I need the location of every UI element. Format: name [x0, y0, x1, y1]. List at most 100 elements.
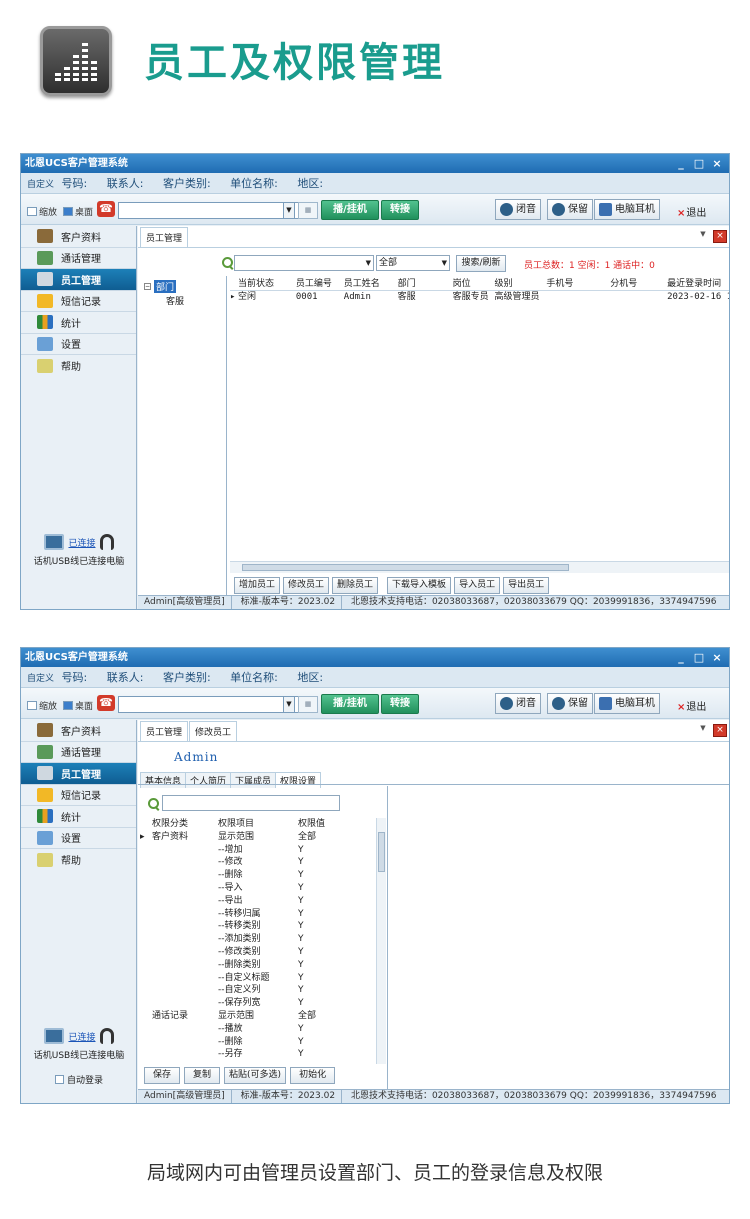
- shrink-toggle[interactable]: 缩放: [27, 699, 57, 712]
- tab-list-dropdown-icon[interactable]: ▼: [696, 724, 710, 737]
- phone-icon[interactable]: ☎: [97, 201, 115, 217]
- sidebar-item-sms[interactable]: 短信记录: [21, 785, 136, 806]
- table-row[interactable]: --转移类别 Y: [140, 920, 376, 933]
- custom-filter-link[interactable]: 自定义: [27, 180, 54, 190]
- sidebar-item-customers[interactable]: 客户资料: [21, 226, 136, 248]
- table-row[interactable]: ▸ 客户资料 显示范围 全部: [140, 831, 376, 844]
- transfer-button[interactable]: 转接: [381, 694, 419, 714]
- column-header[interactable]: 权限分类: [152, 818, 218, 831]
- add-employee-button[interactable]: 增加员工: [234, 576, 281, 594]
- column-header[interactable]: 最近登录时间: [667, 278, 729, 290]
- table-row[interactable]: --修改 Y: [140, 856, 376, 869]
- sidebar-item-stats[interactable]: 统计: [21, 806, 136, 828]
- filter-contact[interactable]: 联系人:: [107, 671, 144, 684]
- sidebar-item-help[interactable]: 帮助: [21, 849, 136, 871]
- filter-company[interactable]: 单位名称:: [230, 671, 278, 684]
- filter-number[interactable]: 号码:: [62, 177, 88, 190]
- table-row[interactable]: --删除 Y: [140, 1036, 376, 1049]
- table-row[interactable]: 通话记录 显示范围 全部: [140, 1010, 376, 1023]
- search-refresh-button[interactable]: 搜索/刷新: [456, 255, 506, 272]
- column-header[interactable]: 当前状态: [238, 278, 296, 290]
- vertical-scrollbar[interactable]: [376, 818, 386, 1064]
- table-row[interactable]: --修改类别 Y: [140, 946, 376, 959]
- table-row[interactable]: --保存列宽 Y: [140, 997, 376, 1010]
- column-header[interactable]: 手机号: [546, 278, 610, 290]
- paste-button[interactable]: 粘贴(可多选): [224, 1067, 287, 1084]
- minimize-icon[interactable]: _: [673, 648, 689, 667]
- table-row[interactable]: --增加 Y: [140, 844, 376, 857]
- export-employees-button[interactable]: 导出员工: [503, 576, 550, 594]
- pc-headset-button[interactable]: 电脑耳机: [594, 693, 660, 714]
- tab-edit-employee[interactable]: 修改员工: [189, 721, 238, 741]
- checkbox-icon[interactable]: [54, 1075, 64, 1084]
- sidebar-item-customers[interactable]: 客户资料: [21, 720, 136, 742]
- employee-search-input[interactable]: ▼: [234, 255, 374, 271]
- phone-icon[interactable]: ☎: [97, 695, 115, 711]
- table-row[interactable]: --导出 Y: [140, 895, 376, 908]
- collapse-icon[interactable]: −: [144, 283, 151, 290]
- tab-employee-management[interactable]: 员工管理: [140, 227, 189, 247]
- sidebar-item-employees[interactable]: 员工管理: [21, 269, 136, 291]
- tab-close-icon[interactable]: ×: [713, 230, 727, 243]
- table-row[interactable]: --自定义列 Y: [140, 984, 376, 997]
- dial-hangup-button[interactable]: 播/挂机: [321, 200, 379, 220]
- table-row[interactable]: --自定义标题 Y: [140, 972, 376, 985]
- shrink-toggle[interactable]: 缩放: [27, 205, 57, 218]
- copy-button[interactable]: 复制: [184, 1067, 221, 1084]
- table-row[interactable]: --另存 Y: [140, 1048, 376, 1061]
- sidebar-item-calls[interactable]: 通话管理: [21, 248, 136, 269]
- filter-company[interactable]: 单位名称:: [230, 177, 278, 190]
- import-employees-button[interactable]: 导入员工: [454, 576, 501, 594]
- column-header[interactable]: 岗位: [453, 278, 495, 290]
- permission-search-input[interactable]: [162, 795, 340, 811]
- splitter[interactable]: [226, 276, 227, 595]
- table-row[interactable]: --播放 Y: [140, 1023, 376, 1036]
- edit-employee-button[interactable]: 修改员工: [283, 576, 330, 594]
- sidebar-item-employees[interactable]: 员工管理: [21, 763, 136, 785]
- tab-close-icon[interactable]: ×: [713, 724, 727, 737]
- keypad-icon[interactable]: ▦: [298, 696, 318, 713]
- exit-button[interactable]: ×退出: [677, 204, 706, 219]
- sidebar-item-settings[interactable]: 设置: [21, 828, 136, 849]
- column-header[interactable]: 部门: [398, 278, 453, 290]
- initialize-button[interactable]: 初始化: [290, 1067, 336, 1084]
- table-row[interactable]: --删除 Y: [140, 869, 376, 882]
- filter-number[interactable]: 号码:: [62, 671, 88, 684]
- column-header[interactable]: 权限值: [298, 818, 358, 831]
- table-row[interactable]: --导入 Y: [140, 882, 376, 895]
- column-header[interactable]: 员工姓名: [344, 278, 398, 290]
- horizontal-scrollbar[interactable]: [230, 561, 729, 573]
- hold-button[interactable]: 保留: [547, 693, 593, 714]
- phone-number-input[interactable]: [118, 202, 308, 219]
- desktop-toggle[interactable]: 桌面: [63, 699, 93, 712]
- delete-employee-button[interactable]: 删除员工: [332, 576, 379, 594]
- filter-region[interactable]: 地区:: [297, 671, 323, 684]
- filter-region[interactable]: 地区:: [297, 177, 323, 190]
- download-template-button[interactable]: 下载导入模板: [387, 576, 452, 594]
- number-dropdown-icon[interactable]: ▼: [283, 202, 295, 219]
- tab-employee-management[interactable]: 员工管理: [140, 721, 189, 741]
- table-row[interactable]: --转移归属 Y: [140, 908, 376, 921]
- mute-button[interactable]: 闭音: [495, 199, 541, 220]
- close-icon[interactable]: ×: [709, 154, 725, 173]
- table-row[interactable]: --添加类别 Y: [140, 933, 376, 946]
- table-row[interactable]: ▸ 空闲 0001 Admin 客服 客服专员 高级管理员 2023-02-16…: [230, 291, 729, 304]
- filter-customer-type[interactable]: 客户类别:: [163, 177, 211, 190]
- keypad-icon[interactable]: ▦: [298, 202, 318, 219]
- sidebar-item-calls[interactable]: 通话管理: [21, 742, 136, 763]
- sidebar-item-stats[interactable]: 统计: [21, 312, 136, 334]
- auto-login-checkbox[interactable]: 自动登录: [21, 1073, 137, 1086]
- mute-button[interactable]: 闭音: [495, 693, 541, 714]
- custom-filter-link[interactable]: 自定义: [27, 674, 54, 684]
- maximize-icon[interactable]: □: [691, 648, 707, 667]
- connected-link[interactable]: 已连接: [68, 1030, 95, 1043]
- close-icon[interactable]: ×: [709, 648, 725, 667]
- filter-contact[interactable]: 联系人:: [107, 177, 144, 190]
- column-header[interactable]: 权限项目: [218, 818, 298, 831]
- hold-button[interactable]: 保留: [547, 199, 593, 220]
- sidebar-item-settings[interactable]: 设置: [21, 334, 136, 355]
- transfer-button[interactable]: 转接: [381, 200, 419, 220]
- column-header[interactable]: 级别: [494, 278, 546, 290]
- column-header[interactable]: 员工编号: [296, 278, 344, 290]
- table-row[interactable]: --删除类别 Y: [140, 959, 376, 972]
